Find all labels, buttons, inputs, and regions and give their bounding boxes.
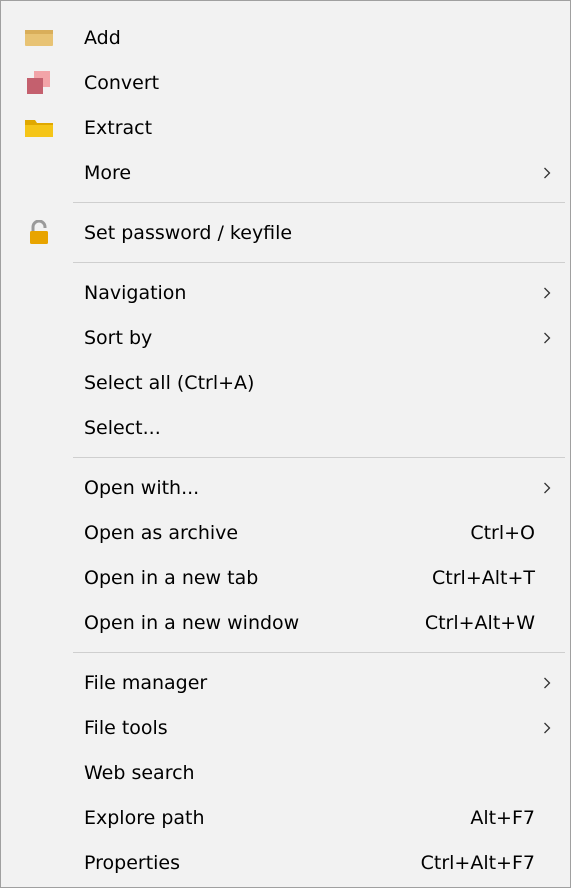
menu-item-open-as-archive[interactable]: Open as archive Ctrl+O [1,510,570,555]
chevron-right-icon [542,721,552,735]
menu-item-label: Open with... [84,476,200,499]
menu-item-file-tools[interactable]: File tools [1,705,570,750]
menu-separator [73,262,565,263]
chevron-right-icon [542,166,552,180]
menu-item-label: Select all (Ctrl+A) [84,371,255,394]
menu-item-shortcut: Ctrl+Alt+T [432,566,535,589]
menu-item-select-all[interactable]: Select all (Ctrl+A) [1,360,570,405]
menu-item-navigation[interactable]: Navigation [1,270,570,315]
menu-item-more[interactable]: More [1,150,570,195]
menu-item-label: Navigation [84,281,187,304]
menu-item-shortcut: Ctrl+Alt+F7 [420,851,535,874]
menu-item-shortcut: Ctrl+Alt+W [424,611,535,634]
menu-item-label: More [84,161,132,184]
menu-item-label: Convert [84,71,160,94]
menu-item-label: Sort by [84,326,153,349]
menu-item-sort-by[interactable]: Sort by [1,315,570,360]
menu-item-label: Open in a new window [84,611,300,634]
chevron-right-icon [542,481,552,495]
menu-separator [73,202,565,203]
menu-item-label: Open as archive [84,521,239,544]
archive-box-icon [23,26,55,50]
convert-icon [23,70,55,95]
menu-item-open-in-new-window[interactable]: Open in a new window Ctrl+Alt+W [1,600,570,645]
menu-item-label: Open in a new tab [84,566,259,589]
chevron-right-icon [542,286,552,300]
menu-item-properties[interactable]: Properties Ctrl+Alt+F7 [1,840,570,885]
menu-item-open-in-new-tab[interactable]: Open in a new tab Ctrl+Alt+T [1,555,570,600]
menu-item-explore-path[interactable]: Explore path Alt+F7 [1,795,570,840]
menu-item-label: Web search [84,761,195,784]
menu-item-file-manager[interactable]: File manager [1,660,570,705]
menu-item-label: Properties [84,851,181,874]
folder-icon [23,116,55,140]
menu-item-label: File manager [84,671,208,694]
menu-item-shortcut: Alt+F7 [470,806,535,829]
menu-item-select[interactable]: Select... [1,405,570,450]
context-menu: Add Convert Extract More Set password / … [0,0,571,888]
menu-item-set-password[interactable]: Set password / keyfile [1,210,570,255]
menu-separator [73,652,565,653]
chevron-right-icon [542,676,552,690]
menu-item-extract[interactable]: Extract [1,105,570,150]
chevron-right-icon [542,331,552,345]
menu-item-web-search[interactable]: Web search [1,750,570,795]
menu-item-label: File tools [84,716,168,739]
menu-item-convert[interactable]: Convert [1,60,570,105]
menu-item-label: Extract [84,116,153,139]
menu-item-label: Select... [84,416,161,439]
menu-item-add[interactable]: Add [1,15,570,60]
padlock-icon [23,219,55,245]
menu-separator [73,457,565,458]
menu-item-label: Add [84,26,121,49]
menu-item-label: Explore path [84,806,205,829]
menu-item-shortcut: Ctrl+O [470,521,535,544]
menu-item-open-with[interactable]: Open with... [1,465,570,510]
menu-item-label: Set password / keyfile [84,221,293,244]
